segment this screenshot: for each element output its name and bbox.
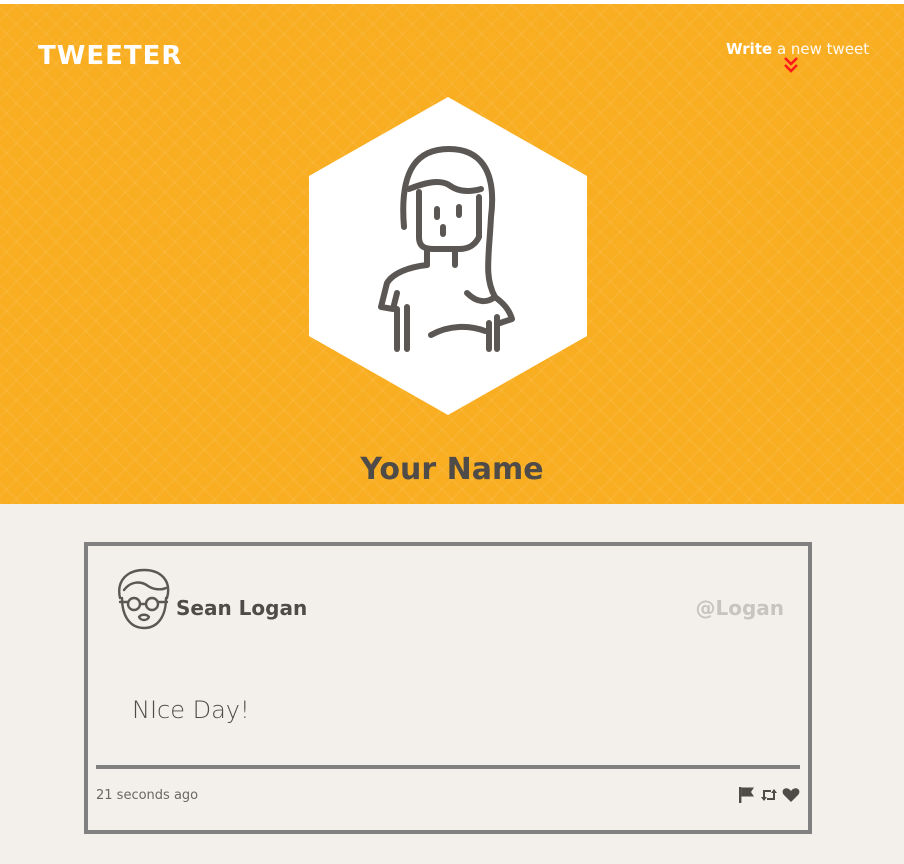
author-avatar bbox=[118, 568, 170, 630]
flag-icon[interactable] bbox=[738, 786, 756, 804]
profile-name: Your Name bbox=[360, 452, 544, 487]
tweet-content: NIce Day! bbox=[132, 696, 250, 724]
double-chevron-down-icon[interactable] bbox=[783, 56, 799, 74]
profile-header: TWEETER Write a new tweet Your Name bbox=[0, 0, 904, 504]
site-logo[interactable]: TWEETER bbox=[38, 41, 182, 71]
man-with-glasses-avatar-icon bbox=[118, 568, 170, 630]
tweet-author-name[interactable]: Sean Logan bbox=[176, 596, 307, 620]
tweet-divider bbox=[96, 765, 800, 769]
tweet-card: Sean Logan @Logan NIce Day! 21 seconds a… bbox=[84, 542, 812, 834]
tweet-actions bbox=[738, 786, 800, 804]
profile-avatar bbox=[309, 97, 587, 415]
tweet-timestamp: 21 seconds ago bbox=[96, 788, 199, 803]
tweet-author-handle[interactable]: @Logan bbox=[695, 596, 784, 620]
retweet-icon[interactable] bbox=[760, 786, 778, 804]
compose-label-bold: Write bbox=[726, 40, 773, 58]
heart-icon[interactable] bbox=[782, 786, 800, 804]
